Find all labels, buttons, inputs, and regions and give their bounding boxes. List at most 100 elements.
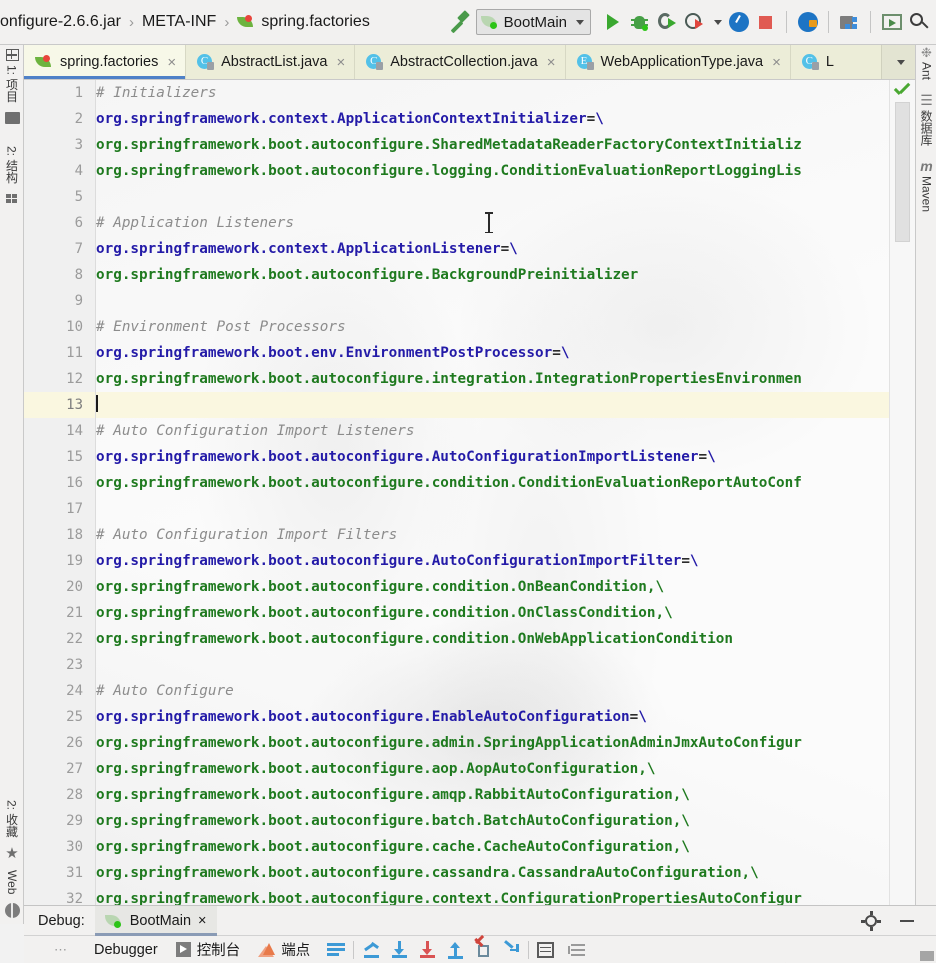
debug-session-tab[interactable]: BootMain ×	[94, 905, 217, 936]
debug-tab-debugger[interactable]: Debugger	[85, 942, 167, 958]
code-line[interactable]: org.springframework.boot.autoconfigure.l…	[96, 158, 889, 184]
sidebar-item-favorites[interactable]: 2: 收藏	[4, 800, 21, 837]
update-application-button[interactable]	[725, 9, 752, 36]
editor-marker-strip[interactable]	[889, 80, 915, 905]
database-icon: ☰	[920, 92, 933, 109]
breadcrumb-item-jar[interactable]: onfigure-2.6.6.jar	[0, 13, 121, 31]
code-line[interactable]: org.springframework.boot.autoconfigure.A…	[96, 548, 889, 574]
code-line[interactable]	[96, 496, 889, 522]
tab-label: AbstractList.java	[221, 54, 328, 70]
tab-partial[interactable]: C L	[791, 45, 843, 79]
code-line[interactable]: org.springframework.boot.autoconfigure.c…	[96, 470, 889, 496]
debug-button[interactable]	[626, 9, 653, 36]
deploy-button[interactable]	[794, 9, 821, 36]
run-to-cursor-icon[interactable]	[502, 939, 520, 959]
sidebar-item-folder[interactable]	[4, 112, 20, 125]
code-line[interactable]: # Environment Post Processors	[96, 314, 889, 340]
code-line[interactable]: # Auto Configuration Import Filters	[96, 522, 889, 548]
project-structure-button[interactable]	[836, 9, 863, 36]
code-line[interactable]: org.springframework.boot.autoconfigure.a…	[96, 756, 889, 782]
code-line[interactable]: org.springframework.boot.autoconfigure.a…	[96, 782, 889, 808]
code-line[interactable]: org.springframework.boot.autoconfigure.c…	[96, 886, 889, 905]
close-icon[interactable]: ×	[772, 54, 781, 71]
code-line[interactable]: org.springframework.boot.autoconfigure.c…	[96, 574, 889, 600]
code-line[interactable]: org.springframework.boot.autoconfigure.c…	[96, 600, 889, 626]
resize-handle[interactable]	[920, 951, 934, 961]
code-line[interactable]	[96, 652, 889, 678]
step-over-icon[interactable]	[362, 941, 380, 959]
code-line[interactable]: org.springframework.boot.autoconfigure.b…	[96, 808, 889, 834]
tab-webapplicationtype-java[interactable]: E WebApplicationType.java ×	[566, 45, 791, 79]
code-line[interactable]: org.springframework.context.ApplicationL…	[96, 236, 889, 262]
sidebar-item-database[interactable]: ☰ 数据库	[918, 92, 935, 146]
sidebar-item-ant[interactable]: ❉ Ant	[920, 46, 934, 80]
line-number: 16	[66, 475, 83, 491]
code-line[interactable]: org.springframework.boot.autoconfigure.A…	[96, 444, 889, 470]
code-line[interactable]	[96, 392, 889, 418]
profile-dropdown-button[interactable]	[707, 9, 725, 36]
project-grid-icon	[5, 49, 19, 61]
editor-gutter[interactable]: 1 2 3 4 5 6 7 8 9 10 11 12 13 14 15 16 17 18 19 20 21 22 23 24 2…	[24, 80, 96, 905]
sidebar-item-structure[interactable]: 2: 结构	[4, 146, 21, 183]
console-icon	[175, 942, 191, 957]
code-line[interactable]: # Initializers	[96, 80, 889, 106]
terminal-button[interactable]	[878, 9, 905, 36]
code-line[interactable]: org.springframework.boot.autoconfigure.S…	[96, 132, 889, 158]
trace-icon[interactable]	[568, 943, 586, 957]
close-icon[interactable]: ×	[167, 54, 176, 71]
evaluate-expression-icon[interactable]	[537, 941, 555, 958]
tab-abstractcollection-java[interactable]: C AbstractCollection.java ×	[355, 45, 566, 79]
stop-button[interactable]	[752, 9, 779, 36]
code-line[interactable]	[96, 288, 889, 314]
code-line[interactable]	[96, 184, 889, 210]
tab-abstractlist-java[interactable]: C AbstractList.java ×	[186, 45, 356, 79]
gear-icon[interactable]	[861, 911, 881, 931]
code-line[interactable]: # Auto Configure	[96, 678, 889, 704]
code-line[interactable]: org.springframework.boot.autoconfigure.c…	[96, 626, 889, 652]
code-line[interactable]: org.springframework.boot.autoconfigure.B…	[96, 262, 889, 288]
close-icon[interactable]: ×	[547, 54, 556, 71]
update-application-icon	[728, 12, 749, 32]
mute-breakpoints-icon[interactable]: ⋯	[54, 942, 67, 958]
debug-tab-console[interactable]: 控制台	[167, 939, 250, 960]
build-project-button[interactable]	[442, 9, 476, 36]
editor-tabs-more-button[interactable]	[881, 45, 915, 79]
run-configuration-selector[interactable]: BootMain	[475, 9, 591, 35]
profile-button[interactable]	[680, 9, 707, 36]
step-out-icon[interactable]	[446, 941, 464, 959]
code-line[interactable]: org.springframework.boot.autoconfigure.c…	[96, 860, 889, 886]
sidebar-item-web[interactable]: Web	[5, 870, 19, 894]
sidebar-item-maven[interactable]: m Maven	[920, 159, 934, 212]
editor-code-area[interactable]: # Initializers org.springframework.contex…	[96, 80, 889, 905]
code-line[interactable]: # Auto Configuration Import Listeners	[96, 418, 889, 444]
debug-tab-breakpoints[interactable]: 端点	[249, 939, 319, 960]
code-line[interactable]: org.springframework.boot.autoconfigure.a…	[96, 730, 889, 756]
inspections-ok-check-icon[interactable]	[893, 82, 910, 99]
breadcrumb-item-metainf[interactable]: META-INF	[142, 13, 216, 31]
code-line[interactable]: org.springframework.boot.env.Environment…	[96, 340, 889, 366]
run-button[interactable]	[599, 9, 626, 36]
text-cursor	[485, 212, 492, 233]
minimize-icon[interactable]	[900, 920, 914, 923]
force-step-into-icon[interactable]	[418, 940, 436, 959]
code-line[interactable]: org.springframework.boot.autoconfigure.c…	[96, 834, 889, 860]
tab-spring-factories[interactable]: spring.factories ×	[24, 45, 187, 79]
tab-label: WebApplicationType.java	[600, 54, 764, 70]
show-execution-point-icon[interactable]	[327, 943, 346, 956]
close-icon[interactable]: ×	[198, 913, 206, 929]
search-everywhere-button[interactable]	[905, 9, 932, 36]
sidebar-item-project[interactable]: 1: 项目	[4, 49, 21, 102]
sidebar-item-blocks[interactable]	[6, 193, 18, 204]
java-enum-icon: E	[576, 53, 594, 71]
drop-frame-icon[interactable]	[474, 934, 492, 959]
code-line[interactable]: org.springframework.boot.autoconfigure.E…	[96, 704, 889, 730]
breadcrumb-item-file[interactable]: spring.factories	[237, 13, 370, 31]
profiler-icon	[684, 13, 703, 31]
code-editor[interactable]: 1 2 3 4 5 6 7 8 9 10 11 12 13 14 15 16 17 18 19 20 21 22 23 24 2…	[24, 80, 915, 905]
run-with-coverage-button[interactable]	[653, 9, 680, 36]
close-icon[interactable]: ×	[336, 54, 345, 71]
step-into-icon[interactable]	[390, 940, 408, 959]
code-line[interactable]: org.springframework.context.ApplicationC…	[96, 106, 889, 132]
code-line[interactable]: org.springframework.boot.autoconfigure.i…	[96, 366, 889, 392]
editor-scrollbar-thumb[interactable]	[895, 102, 910, 242]
